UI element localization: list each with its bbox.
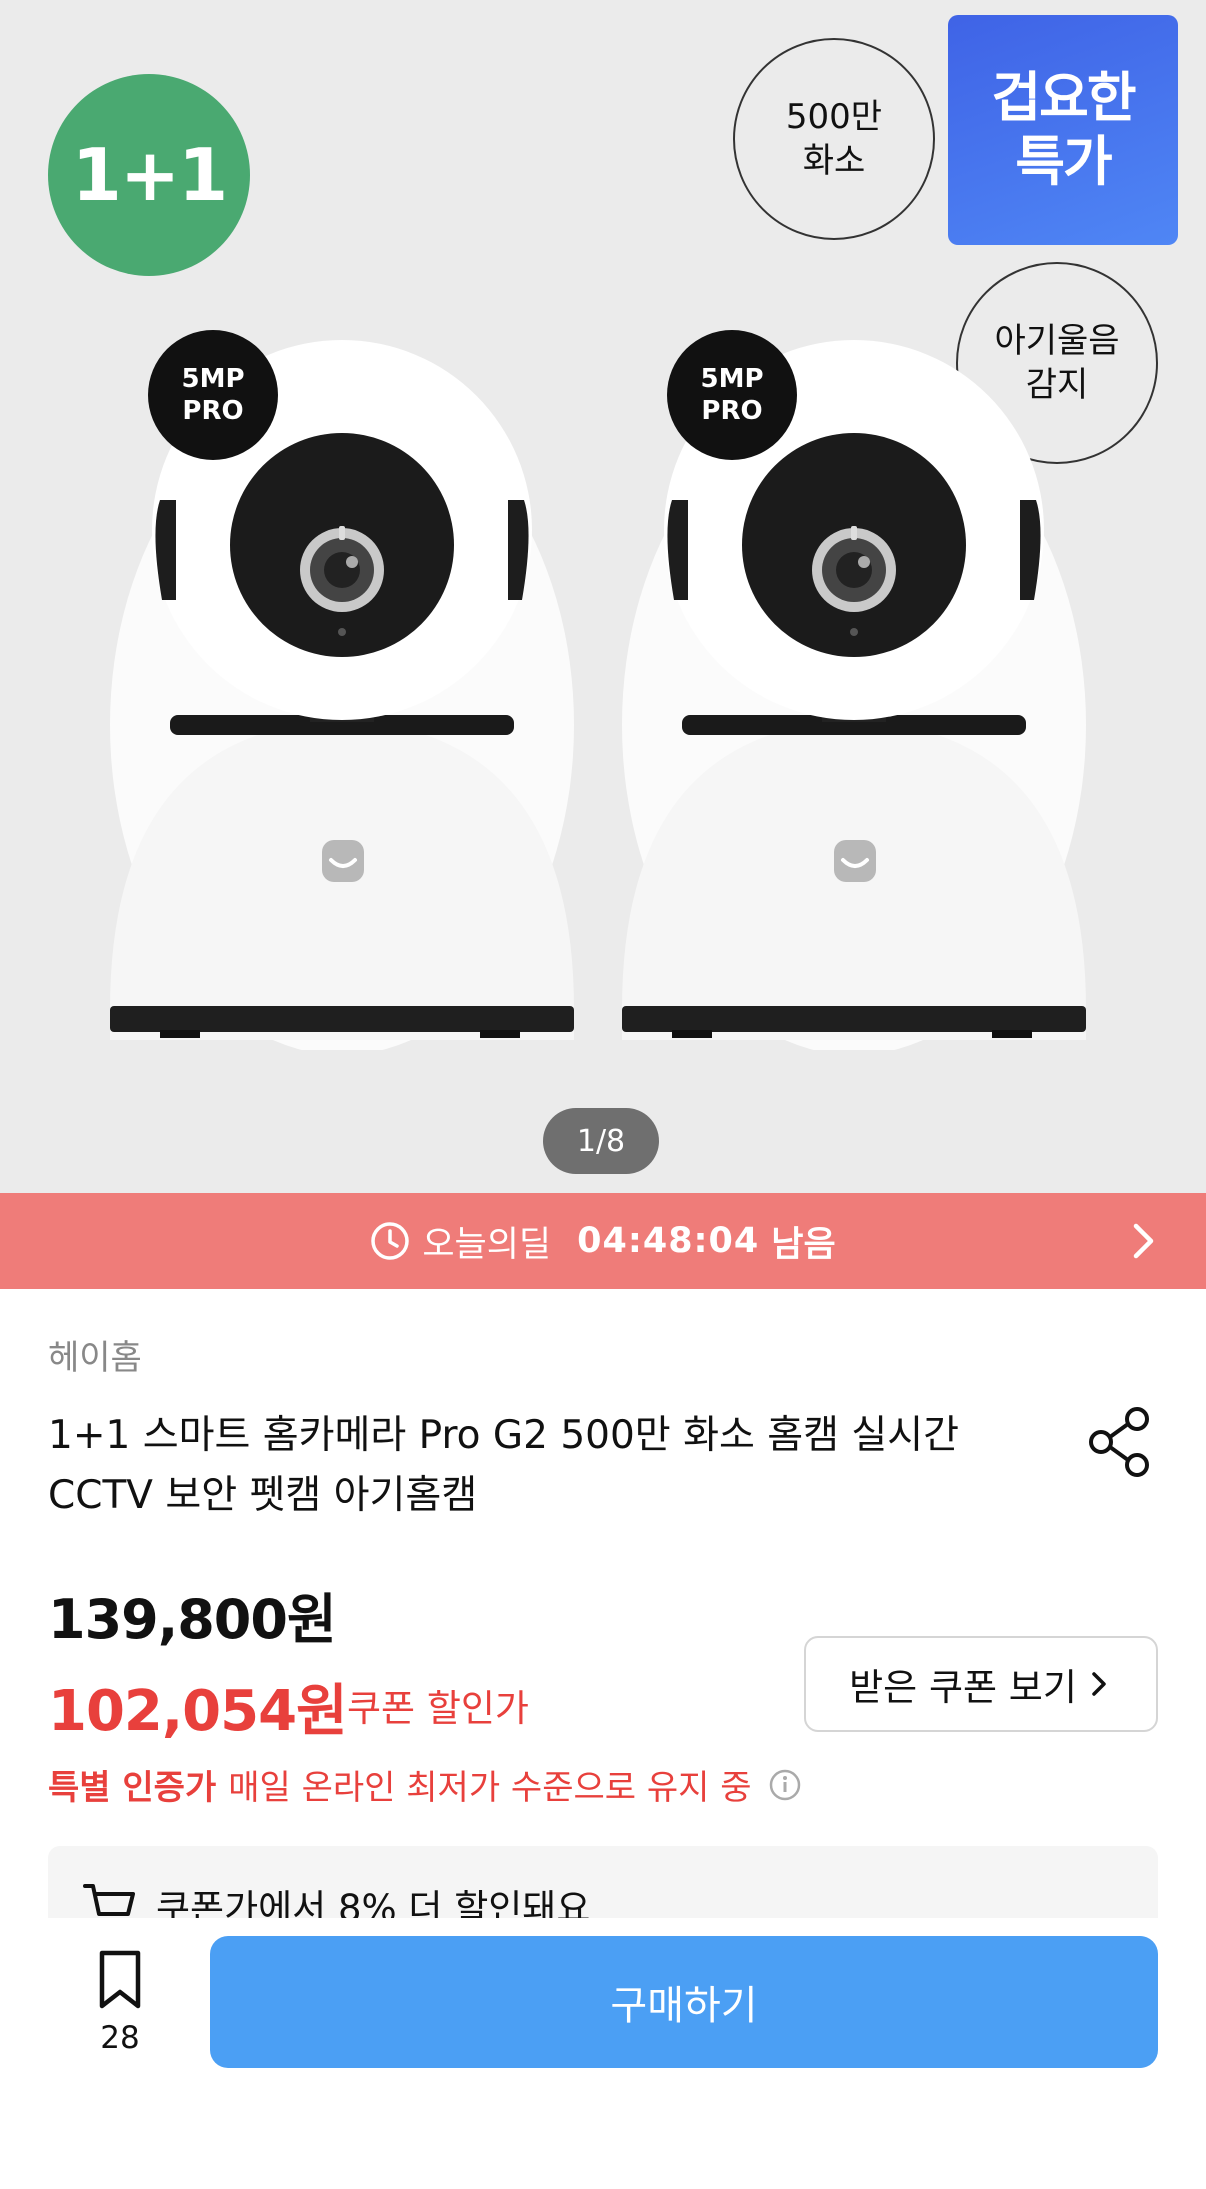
image-pager-indicator: 1/8 xyxy=(543,1108,659,1174)
product-image-carousel[interactable]: 1+1 500만 화소 겁요한 특가 아기울음 감지 5MP PRO 5MP P… xyxy=(0,0,1206,1193)
bookmark-button[interactable]: 28 xyxy=(84,1948,156,2078)
special-deal-badge: 겁요한 특가 xyxy=(948,15,1178,245)
share-icon[interactable] xyxy=(1085,1405,1157,1477)
bottom-action-bar: 28 구매하기 xyxy=(0,1918,1206,2189)
5mp-pro-badge-right-line2: PRO xyxy=(701,396,763,426)
resolution-badge-line1: 500만 xyxy=(785,97,883,137)
certified-price-text: 매일 온라인 최저가 수준으로 유지 중 xyxy=(228,1768,752,1808)
seller-name[interactable]: 헤이홈 xyxy=(48,1330,142,1379)
clock-icon xyxy=(371,1222,410,1260)
special-certified-price-note: 특별 인증가 매일 온라인 최저가 수준으로 유지 중 xyxy=(48,1760,802,1809)
view-coupons-label: 받은 쿠폰 보기 xyxy=(849,1666,1077,1709)
5mp-pro-badge-left-line2: PRO xyxy=(182,396,244,426)
coupon-sale-label: 쿠폰 할인가 xyxy=(347,1687,529,1730)
view-received-coupons-button[interactable]: 받은 쿠폰 보기 xyxy=(804,1636,1158,1732)
certified-price-label: 특별 인증가 xyxy=(48,1768,217,1808)
todays-deal-label: 오늘의딜 xyxy=(422,1224,552,1265)
5mp-pro-badge-left-line1: 5MP xyxy=(181,364,245,394)
resolution-badge: 500만 화소 xyxy=(733,38,935,240)
5mp-pro-badge-right-line1: 5MP xyxy=(700,364,764,394)
chevron-right-icon xyxy=(1092,1672,1106,1696)
one-plus-one-badge: 1+1 xyxy=(48,74,250,276)
deal-remaining-label: 남음 xyxy=(771,1224,836,1265)
product-title: 1+1 스마트 홈카메라 Pro G2 500만 화소 홈캠 실시간 CCTV … xyxy=(48,1413,960,1518)
5mp-pro-badge-right: 5MP PRO xyxy=(667,330,797,460)
info-icon[interactable] xyxy=(768,1768,802,1802)
coupon-sale-price: 102,054원 xyxy=(48,1679,348,1744)
bookmark-icon xyxy=(99,1950,141,2009)
todays-deal-bar[interactable]: 오늘의딜 04:48:04 남음 xyxy=(0,1193,1206,1289)
special-deal-line1: 겁요한 xyxy=(991,66,1136,129)
chevron-right-icon[interactable] xyxy=(1120,1217,1168,1265)
resolution-badge-line2: 화소 xyxy=(802,141,866,181)
5mp-pro-badge-left: 5MP PRO xyxy=(148,330,278,460)
special-deal-line2: 특가 xyxy=(1015,130,1112,193)
deal-countdown-timer: 04:48:04 xyxy=(577,1221,760,1261)
original-price: 139,800원 xyxy=(48,1588,337,1651)
buy-button[interactable]: 구매하기 xyxy=(210,1936,1158,2068)
bookmark-count: 28 xyxy=(100,2020,140,2056)
buy-button-label: 구매하기 xyxy=(610,1983,758,2029)
